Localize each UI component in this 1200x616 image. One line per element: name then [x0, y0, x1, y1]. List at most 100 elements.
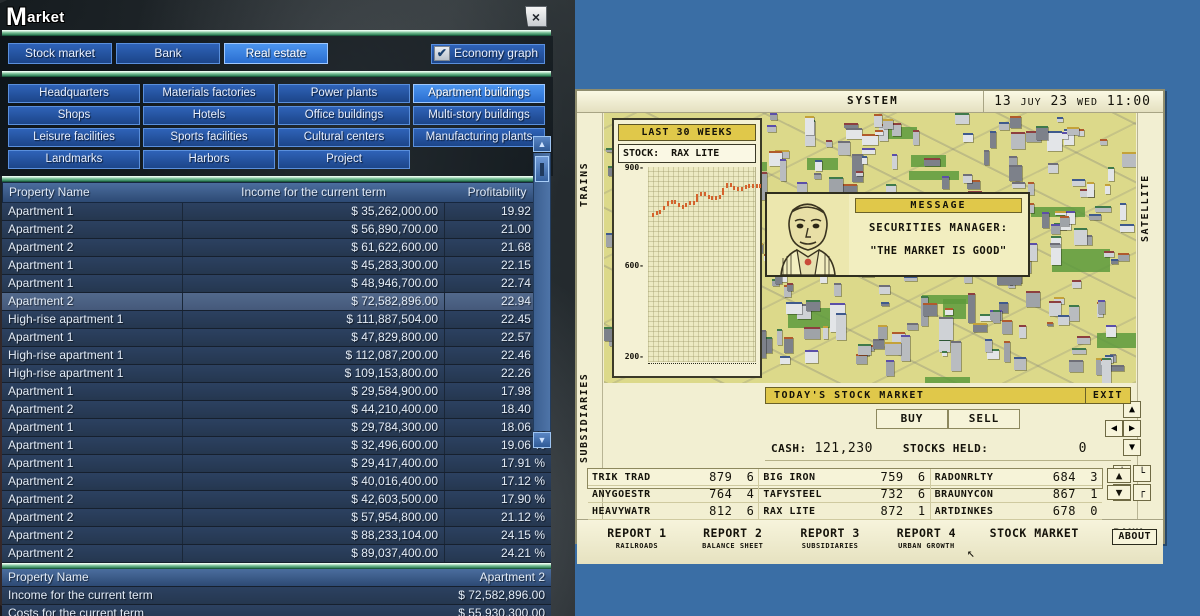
- chart-plot: 900- 600- 200-: [618, 163, 762, 370]
- footer-tab-subtitle: SUBSIDIARIES: [801, 542, 859, 550]
- tab-bank[interactable]: Bank: [116, 43, 220, 64]
- stock-list-item[interactable]: BRAUNYCON 867 1: [930, 486, 1102, 503]
- table-row[interactable]: Apartment 1 $ 29,784,300.00 18.06 %: [2, 419, 551, 437]
- table-row[interactable]: Apartment 2 $ 42,603,500.00 17.90 %: [2, 491, 551, 509]
- stock-list-item[interactable]: RADONRLTY 684 3: [930, 469, 1102, 486]
- map-building: [825, 140, 833, 147]
- stock-list-scrollbar[interactable]: ▲ ▼: [1107, 468, 1131, 500]
- table-row[interactable]: Apartment 1 $ 29,584,900.00 17.98 %: [2, 383, 551, 401]
- table-row[interactable]: Apartment 2 $ 72,582,896.00 22.94 %: [2, 293, 551, 311]
- table-row[interactable]: Apartment 1 $ 29,417,400.00 17.91 %: [2, 455, 551, 473]
- exit-button[interactable]: EXIT: [1084, 388, 1130, 403]
- category-power-plants[interactable]: Power plants: [278, 84, 410, 103]
- column-header-income[interactable]: Income for the current term: [183, 183, 444, 202]
- stock-list-item[interactable]: ANYGOESTR 764 4: [588, 486, 760, 503]
- sell-button[interactable]: SELL: [948, 409, 1020, 429]
- stock-list-item[interactable]: HEAVYWATR 812 6: [588, 503, 760, 520]
- vtab-trains[interactable]: TRAINS: [579, 141, 601, 227]
- detail-value: Apartment 2: [479, 570, 545, 584]
- table-row[interactable]: Apartment 1 $ 47,829,800.00 22.57 %: [2, 329, 551, 347]
- detail-key: Income for the current term: [8, 588, 153, 602]
- stock-scroll-down-icon[interactable]: ▼: [1107, 485, 1131, 500]
- table-row[interactable]: High-rise apartment 1 $ 109,153,800.00 22.…: [2, 365, 551, 383]
- table-row[interactable]: Apartment 1 $ 35,262,000.00 19.92 %: [2, 203, 551, 221]
- scrollbar-track[interactable]: [533, 153, 551, 431]
- stock-list-item[interactable]: TAFYSTEEL 732 6: [759, 486, 931, 503]
- category-apartment-buildings[interactable]: Apartment buildings: [413, 84, 545, 103]
- column-header-name[interactable]: Property Name: [3, 183, 183, 202]
- close-icon[interactable]: ×: [525, 6, 547, 27]
- stock-list-item[interactable]: BIG IRON 759 6: [759, 469, 931, 486]
- table-row[interactable]: Apartment 1 $ 48,946,700.00 22.74 %: [2, 275, 551, 293]
- cell-income: $ 29,417,400.00: [182, 455, 445, 472]
- category-multi-story-buildings[interactable]: Multi-story buildings: [413, 106, 545, 125]
- stock-list-item[interactable]: TRIK TRAD 879 6: [588, 469, 760, 486]
- table-row[interactable]: Apartment 2 $ 61,622,600.00 21.68 %: [2, 239, 551, 257]
- vtab-subsidiaries[interactable]: SUBSIDIARIES: [579, 353, 601, 483]
- map-building: [780, 355, 790, 365]
- stock-list-item[interactable]: ARTDINKES 678 0: [930, 503, 1102, 520]
- table-row[interactable]: Apartment 2 $ 57,954,800.00 21.12 %: [2, 509, 551, 527]
- category-headquarters[interactable]: Headquarters: [8, 84, 140, 103]
- map-building: [939, 317, 953, 341]
- footer-tab[interactable]: REPORT 1 RAILROADS: [591, 520, 683, 550]
- scrollbar-thumb[interactable]: [535, 156, 549, 182]
- category-manufacturing-plants[interactable]: Manufacturing plants: [413, 128, 545, 147]
- category-sports-facilities[interactable]: Sports facilities: [143, 128, 275, 147]
- cell-income: $ 56,890,700.00: [182, 221, 445, 238]
- vtab-satellite[interactable]: SATELLITE: [1140, 153, 1162, 263]
- footer-tab-title: REPORT 3: [800, 526, 860, 540]
- stock-price: 684: [1052, 470, 1076, 484]
- table-row[interactable]: Apartment 2 $ 44,210,400.00 18.40 %: [2, 401, 551, 419]
- category-materials-factories[interactable]: Materials factories: [143, 84, 275, 103]
- stock-price: 879: [709, 470, 733, 484]
- stock-scroll-up-icon[interactable]: ▲: [1107, 468, 1131, 483]
- table-row[interactable]: High-rise apartment 1 $ 112,087,200.00 22.…: [2, 347, 551, 365]
- map-building: [1057, 116, 1064, 122]
- cell-profitability: 17.90 %: [500, 492, 545, 506]
- message-speaker: SECURITIES MANAGER:: [868, 222, 1009, 234]
- tab-real-estate[interactable]: Real estate: [224, 43, 328, 64]
- chart-candle: [755, 184, 758, 189]
- table-row[interactable]: Apartment 2 $ 40,016,400.00 17.12 %: [2, 473, 551, 491]
- category-harbors[interactable]: Harbors: [143, 150, 275, 169]
- stock-name: ANYGOESTR: [592, 488, 651, 500]
- table-row[interactable]: Apartment 2 $ 56,890,700.00 21.00 %: [2, 221, 551, 239]
- scroll-down-icon[interactable]: ▼: [533, 432, 551, 448]
- footer-tab[interactable]: REPORT 2 BALANCE SHEET: [683, 520, 783, 550]
- buy-button[interactable]: BUY: [876, 409, 948, 429]
- category-leisure-facilities[interactable]: Leisure facilities: [8, 128, 140, 147]
- table-row[interactable]: Apartment 1 $ 32,496,600.00 19.06 %: [2, 437, 551, 455]
- scroll-up-icon[interactable]: ▲: [533, 136, 551, 152]
- table-row[interactable]: Apartment 1 $ 45,283,300.00 22.15 %: [2, 257, 551, 275]
- footer-tab[interactable]: REPORT 3 SUBSIDIARIES: [783, 520, 878, 550]
- footer-tab-title: REPORT 2: [703, 526, 763, 540]
- category-office-buildings[interactable]: Office buildings: [278, 106, 410, 125]
- cell-income: $ 72,582,896.00: [182, 293, 445, 310]
- tab-stock-market[interactable]: Stock market: [8, 43, 112, 64]
- table-row[interactable]: Apartment 2 $ 88,233,104.00 24.15 %: [2, 527, 551, 545]
- stock-list-item[interactable]: RAX LITE 872 1: [759, 503, 931, 520]
- category-hotels[interactable]: Hotels: [143, 106, 275, 125]
- chart-candle: [733, 185, 736, 190]
- rotate-tr-icon[interactable]: └: [1133, 465, 1151, 482]
- map-building: [1103, 250, 1115, 258]
- rotate-br-icon[interactable]: ┌: [1133, 484, 1151, 501]
- footer-tab[interactable]: REPORT 4 URBAN GROWTH: [878, 520, 976, 550]
- clock-time: 11:00: [1106, 94, 1151, 109]
- economy-graph-checkbox[interactable]: ✔ Economy graph: [430, 43, 545, 64]
- map-building: [999, 122, 1010, 131]
- about-button[interactable]: ABOUT: [1112, 529, 1157, 545]
- cell-property-name: Apartment 2: [8, 294, 74, 308]
- table-row[interactable]: Apartment 2 $ 89,037,400.00 24.21 %: [2, 545, 551, 563]
- category-shops[interactable]: Shops: [8, 106, 140, 125]
- footer-tab[interactable]: STOCK MARKET: [975, 520, 1093, 542]
- table-row[interactable]: High-rise apartment 1 $ 111,887,504.00 22.…: [2, 311, 551, 329]
- category-landmarks[interactable]: Landmarks: [8, 150, 140, 169]
- system-label[interactable]: SYSTEM: [847, 94, 899, 107]
- map-building: [1098, 299, 1106, 315]
- cell-income: $ 109,153,800.00: [182, 365, 445, 382]
- category-project[interactable]: Project: [278, 150, 410, 169]
- table-scrollbar[interactable]: ▲ ▼: [533, 136, 551, 448]
- category-cultural-centers[interactable]: Cultural centers: [278, 128, 410, 147]
